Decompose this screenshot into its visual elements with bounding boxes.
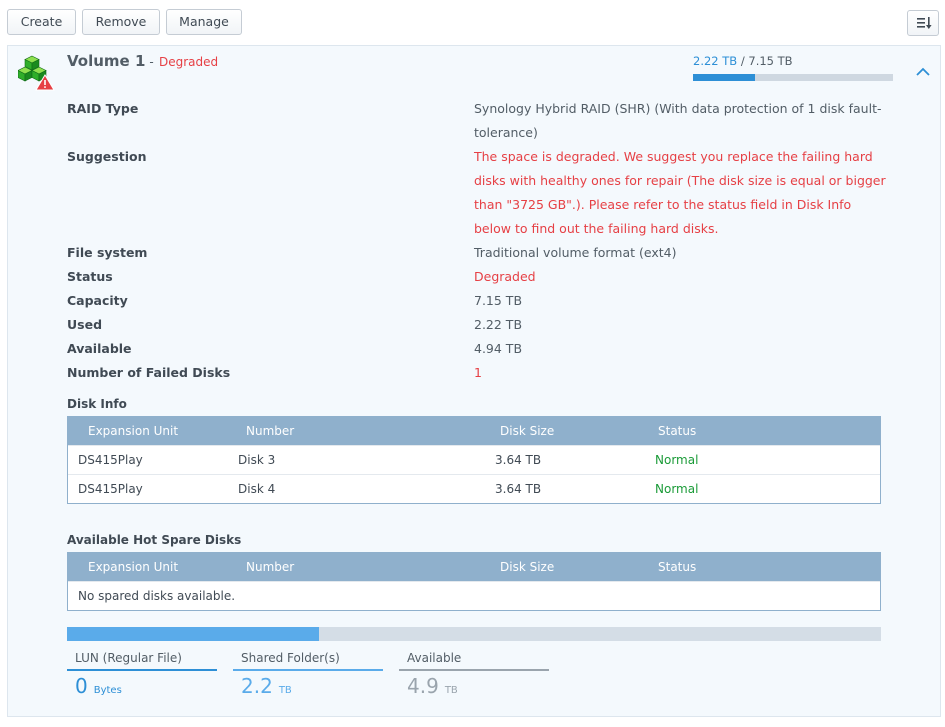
legend-lun: LUN (Regular File) 0 Bytes bbox=[67, 651, 217, 698]
volume-state: Degraded bbox=[158, 55, 219, 69]
property-label: File system bbox=[67, 245, 148, 260]
legend-label: Shared Folder(s) bbox=[241, 651, 340, 665]
column-header-number[interactable]: Number bbox=[246, 560, 294, 574]
usage-total: 7.15 TB bbox=[748, 54, 793, 68]
manage-button[interactable]: Manage bbox=[166, 9, 242, 35]
remove-button[interactable]: Remove bbox=[82, 9, 160, 35]
property-label: Capacity bbox=[67, 293, 128, 308]
usage-used: 2.22 TB bbox=[693, 54, 738, 68]
property-label: Number of Failed Disks bbox=[67, 365, 231, 380]
legend-color-line bbox=[67, 669, 217, 671]
legend-color-line bbox=[233, 669, 383, 671]
cell-number: Disk 3 bbox=[238, 453, 276, 467]
property-row-raid-type: RAID Type Synology Hybrid RAID (SHR) (Wi… bbox=[67, 97, 897, 145]
property-label: RAID Type bbox=[67, 101, 139, 116]
create-button[interactable]: Create bbox=[7, 9, 76, 35]
empty-message: No spared disks available. bbox=[78, 589, 236, 603]
volume-panel: Volume 1- Degraded 2.22 TB / 7.15 TB RAI… bbox=[7, 45, 941, 717]
disk-info-header: Expansion Unit Number Disk Size Status bbox=[68, 417, 880, 445]
usage-summary: 2.22 TB / 7.15 TB bbox=[693, 54, 793, 68]
hot-spare-header: Expansion Unit Number Disk Size Status bbox=[68, 553, 880, 581]
capacity-bar-fill bbox=[67, 627, 320, 641]
column-header-expansion-unit[interactable]: Expansion Unit bbox=[88, 560, 178, 574]
property-row-file-system: File system Traditional volume format (e… bbox=[67, 241, 897, 265]
capacity-bar bbox=[67, 627, 881, 641]
column-header-number[interactable]: Number bbox=[246, 424, 294, 438]
column-header-disk-size[interactable]: Disk Size bbox=[500, 424, 554, 438]
property-row-available: Available 4.94 TB bbox=[67, 337, 897, 361]
cell-expansion-unit: DS415Play bbox=[78, 453, 143, 467]
hot-spare-table: Expansion Unit Number Disk Size Status N… bbox=[67, 552, 881, 611]
toolbar: Create Remove Manage bbox=[0, 0, 945, 44]
legend-color-line bbox=[399, 669, 549, 671]
property-label: Suggestion bbox=[67, 149, 147, 164]
cell-expansion-unit: DS415Play bbox=[78, 482, 143, 496]
table-row[interactable]: DS415Play Disk 3 3.64 TB Normal bbox=[68, 445, 880, 474]
property-value: 7.15 TB bbox=[474, 293, 523, 308]
legend-unit: Bytes bbox=[93, 685, 122, 696]
legend-value: 0 Bytes bbox=[67, 674, 217, 698]
volume-title-separator: - bbox=[149, 55, 154, 69]
volume-name: Volume 1 bbox=[67, 52, 146, 70]
property-label: Available bbox=[67, 341, 132, 356]
volume-title: Volume 1- Degraded bbox=[67, 52, 218, 70]
legend-value: 2.2 TB bbox=[233, 674, 383, 698]
legend-value: 4.9 TB bbox=[399, 674, 549, 698]
legend-shared-folder: Shared Folder(s) 2.2 TB bbox=[233, 651, 383, 698]
property-value: The space is degraded. We suggest you re… bbox=[474, 149, 886, 236]
property-row-used: Used 2.22 TB bbox=[67, 313, 897, 337]
legend-label: LUN (Regular File) bbox=[75, 651, 182, 665]
cell-number: Disk 4 bbox=[238, 482, 276, 496]
property-value: Degraded bbox=[474, 269, 536, 284]
property-row-failed-disks: Number of Failed Disks 1 bbox=[67, 361, 897, 385]
legend-available: Available 4.9 TB bbox=[399, 651, 549, 698]
cell-status: Normal bbox=[655, 453, 699, 467]
property-row-capacity: Capacity 7.15 TB bbox=[67, 289, 897, 313]
property-value: 1 bbox=[474, 365, 482, 380]
volume-degraded-icon bbox=[18, 55, 55, 91]
sort-button[interactable] bbox=[907, 10, 939, 36]
usage-bar-fill bbox=[693, 74, 755, 81]
usage-separator: / bbox=[737, 54, 749, 68]
legend-number: 0 bbox=[75, 674, 88, 698]
property-value: 2.22 TB bbox=[474, 317, 523, 332]
column-header-expansion-unit[interactable]: Expansion Unit bbox=[88, 424, 178, 438]
collapse-chevron-icon[interactable] bbox=[915, 66, 931, 78]
property-row-status: Status Degraded bbox=[67, 265, 897, 289]
property-value: 4.94 TB bbox=[474, 341, 523, 356]
legend-number: 4.9 bbox=[407, 674, 439, 698]
legend-unit: TB bbox=[444, 685, 458, 696]
hot-spare-title: Available Hot Spare Disks bbox=[67, 533, 242, 547]
column-header-status[interactable]: Status bbox=[658, 560, 696, 574]
property-value: Traditional volume format (ext4) bbox=[474, 245, 677, 260]
property-value: Synology Hybrid RAID (SHR) (With data pr… bbox=[474, 101, 882, 140]
disk-info-title: Disk Info bbox=[67, 397, 127, 411]
sort-descending-icon bbox=[917, 17, 932, 29]
volume-properties: RAID Type Synology Hybrid RAID (SHR) (Wi… bbox=[67, 97, 897, 385]
empty-row: No spared disks available. bbox=[68, 581, 880, 610]
legend-number: 2.2 bbox=[241, 674, 273, 698]
cell-disk-size: 3.64 TB bbox=[495, 453, 542, 467]
usage-bar bbox=[693, 74, 893, 81]
property-row-suggestion: Suggestion The space is degraded. We sug… bbox=[67, 145, 897, 241]
property-label: Status bbox=[67, 269, 113, 284]
legend-unit: TB bbox=[278, 685, 292, 696]
property-label: Used bbox=[67, 317, 103, 332]
disk-info-table: Expansion Unit Number Disk Size Status D… bbox=[67, 416, 881, 504]
cell-status: Normal bbox=[655, 482, 699, 496]
column-header-status[interactable]: Status bbox=[658, 424, 696, 438]
column-header-disk-size[interactable]: Disk Size bbox=[500, 560, 554, 574]
cell-disk-size: 3.64 TB bbox=[495, 482, 542, 496]
table-row[interactable]: DS415Play Disk 4 3.64 TB Normal bbox=[68, 474, 880, 503]
legend-label: Available bbox=[407, 651, 462, 665]
